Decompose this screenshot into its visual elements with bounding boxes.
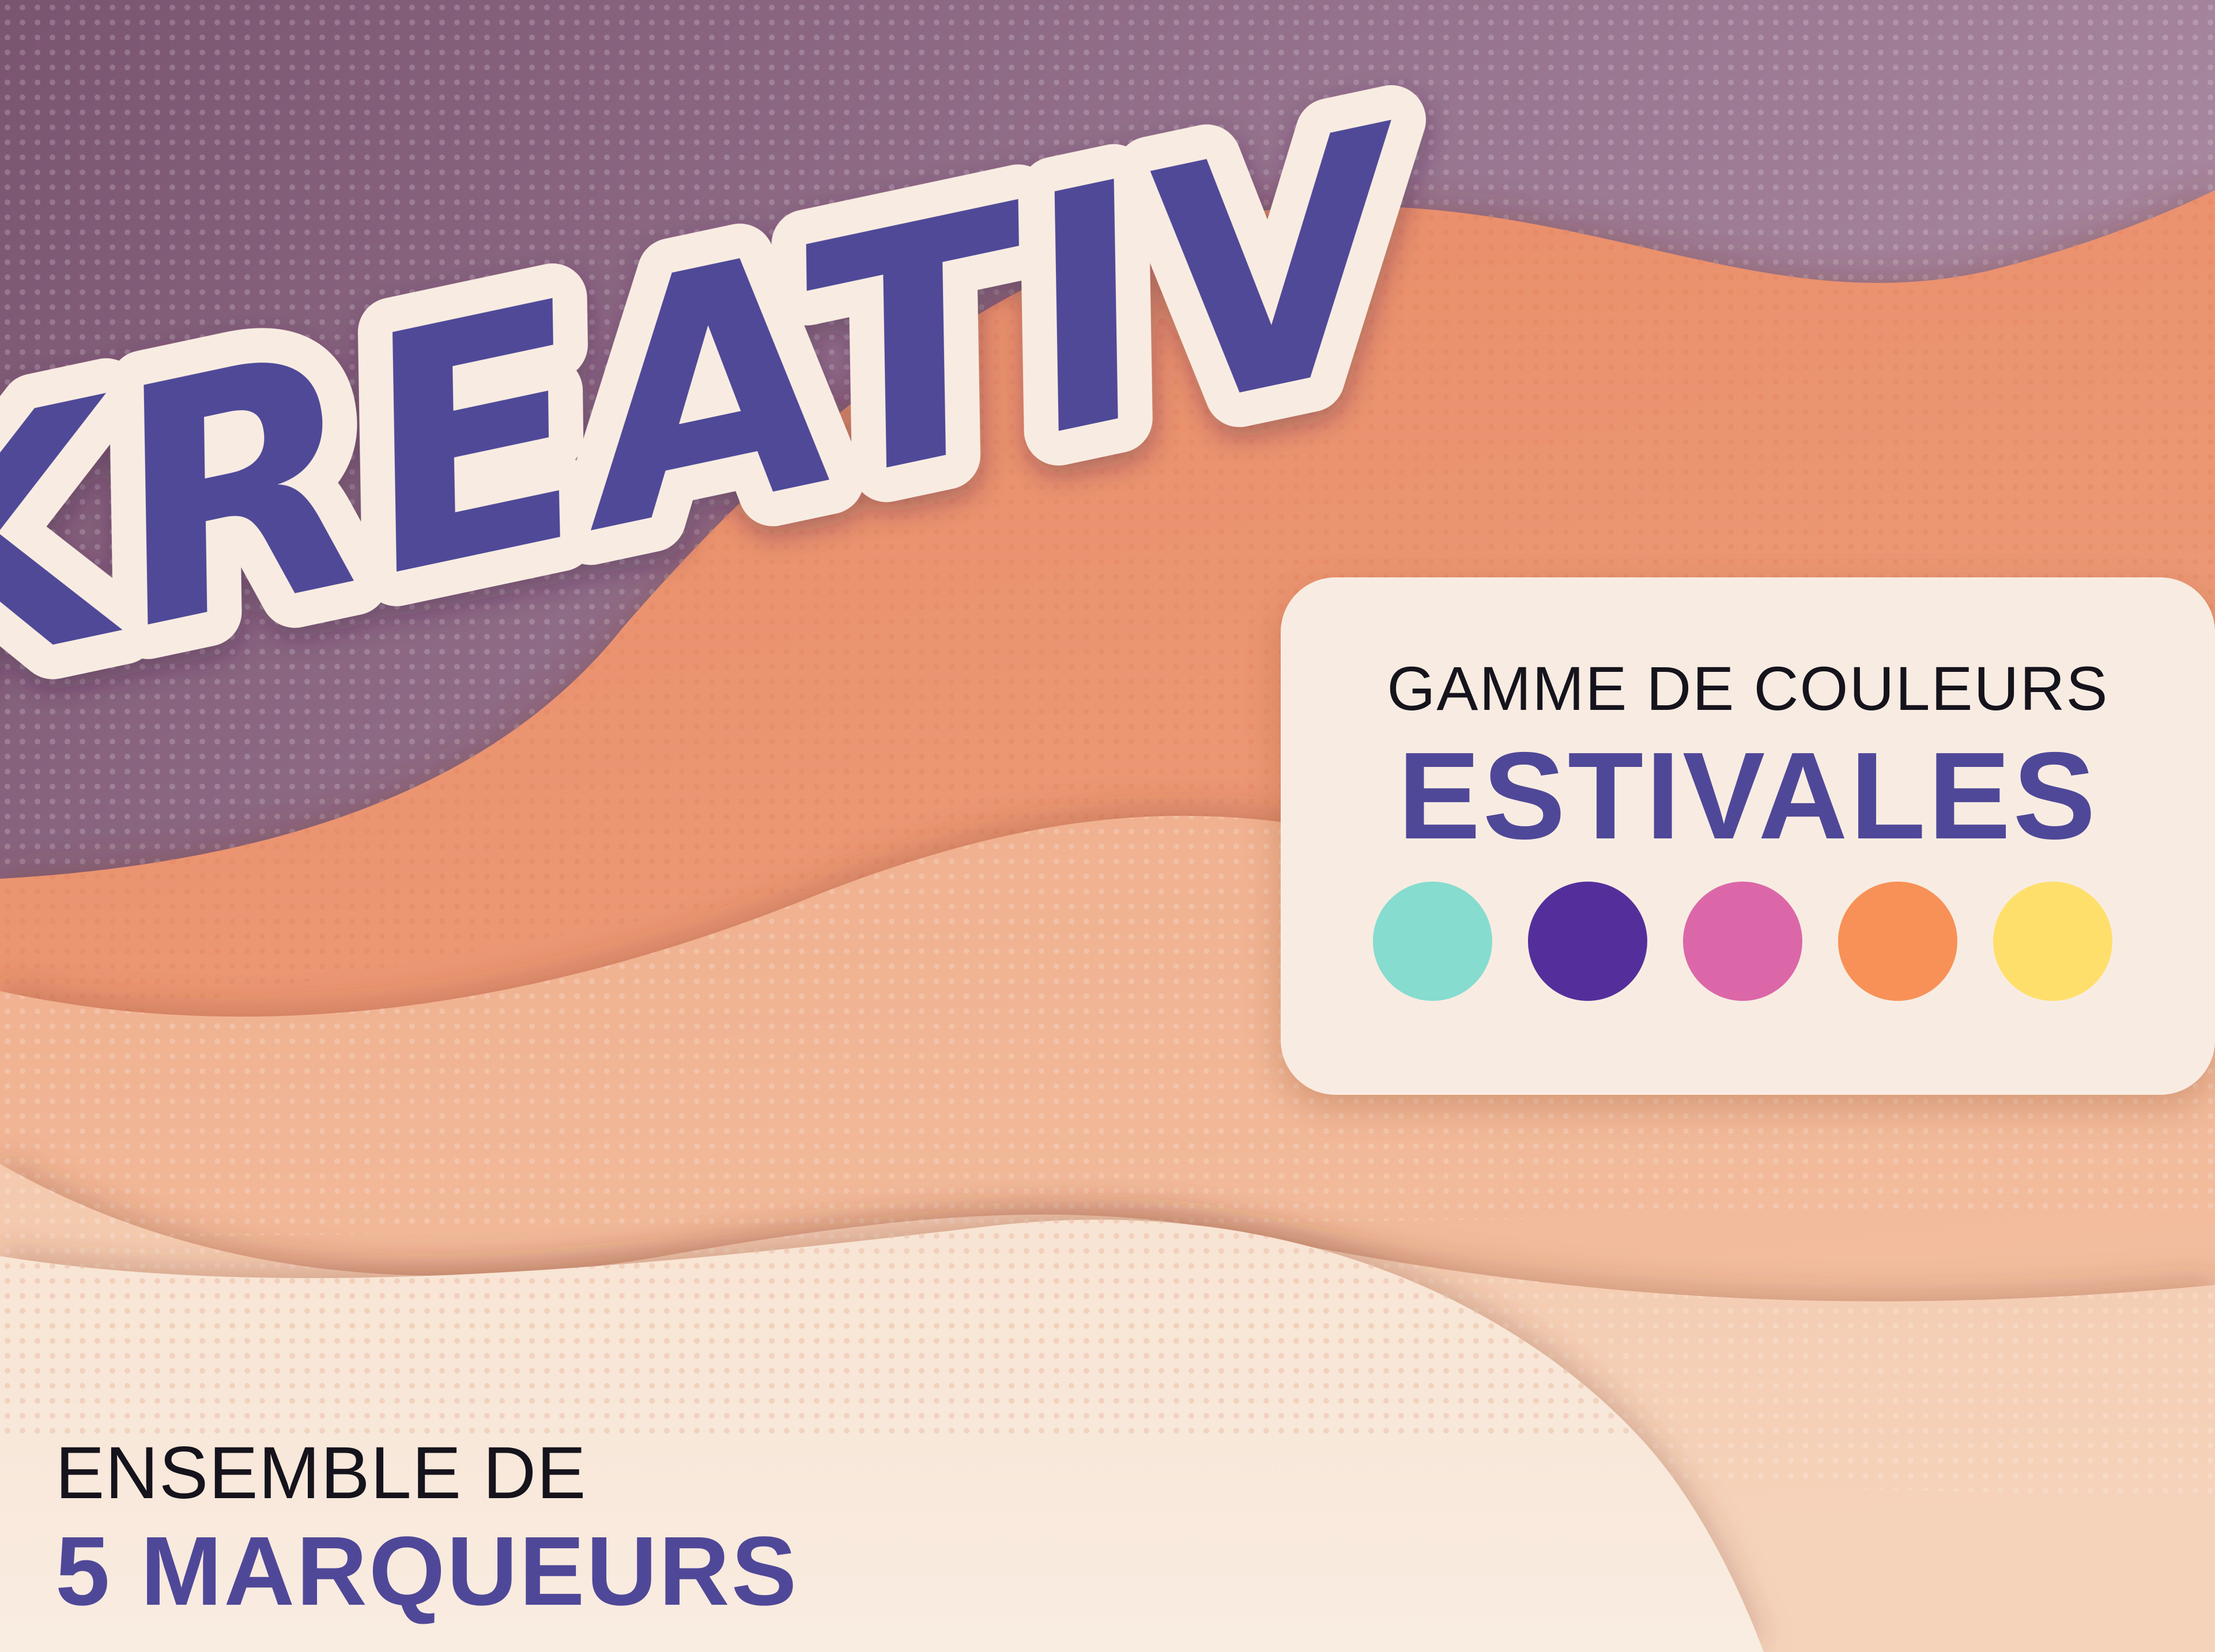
swatch-pink	[1683, 882, 1802, 1001]
swatch-turquoise	[1373, 882, 1492, 1001]
swatch-purple	[1528, 882, 1647, 1001]
swatch-yellow	[1993, 882, 2112, 1001]
set-title: 5 MARQUEURS	[55, 1517, 799, 1626]
color-palette-card: GAMME DE COULEURS ESTIVALES	[1281, 577, 2215, 1095]
color-swatches	[1373, 882, 2112, 1001]
set-info: ENSEMBLE DE 5 MARQUEURS	[55, 1430, 798, 1626]
palette-subtitle: GAMME DE COULEURS	[1387, 653, 2109, 723]
palette-title: ESTIVALES	[1398, 726, 2098, 865]
swatch-orange	[1838, 882, 1957, 1001]
set-subtitle: ENSEMBLE DE	[55, 1432, 587, 1514]
